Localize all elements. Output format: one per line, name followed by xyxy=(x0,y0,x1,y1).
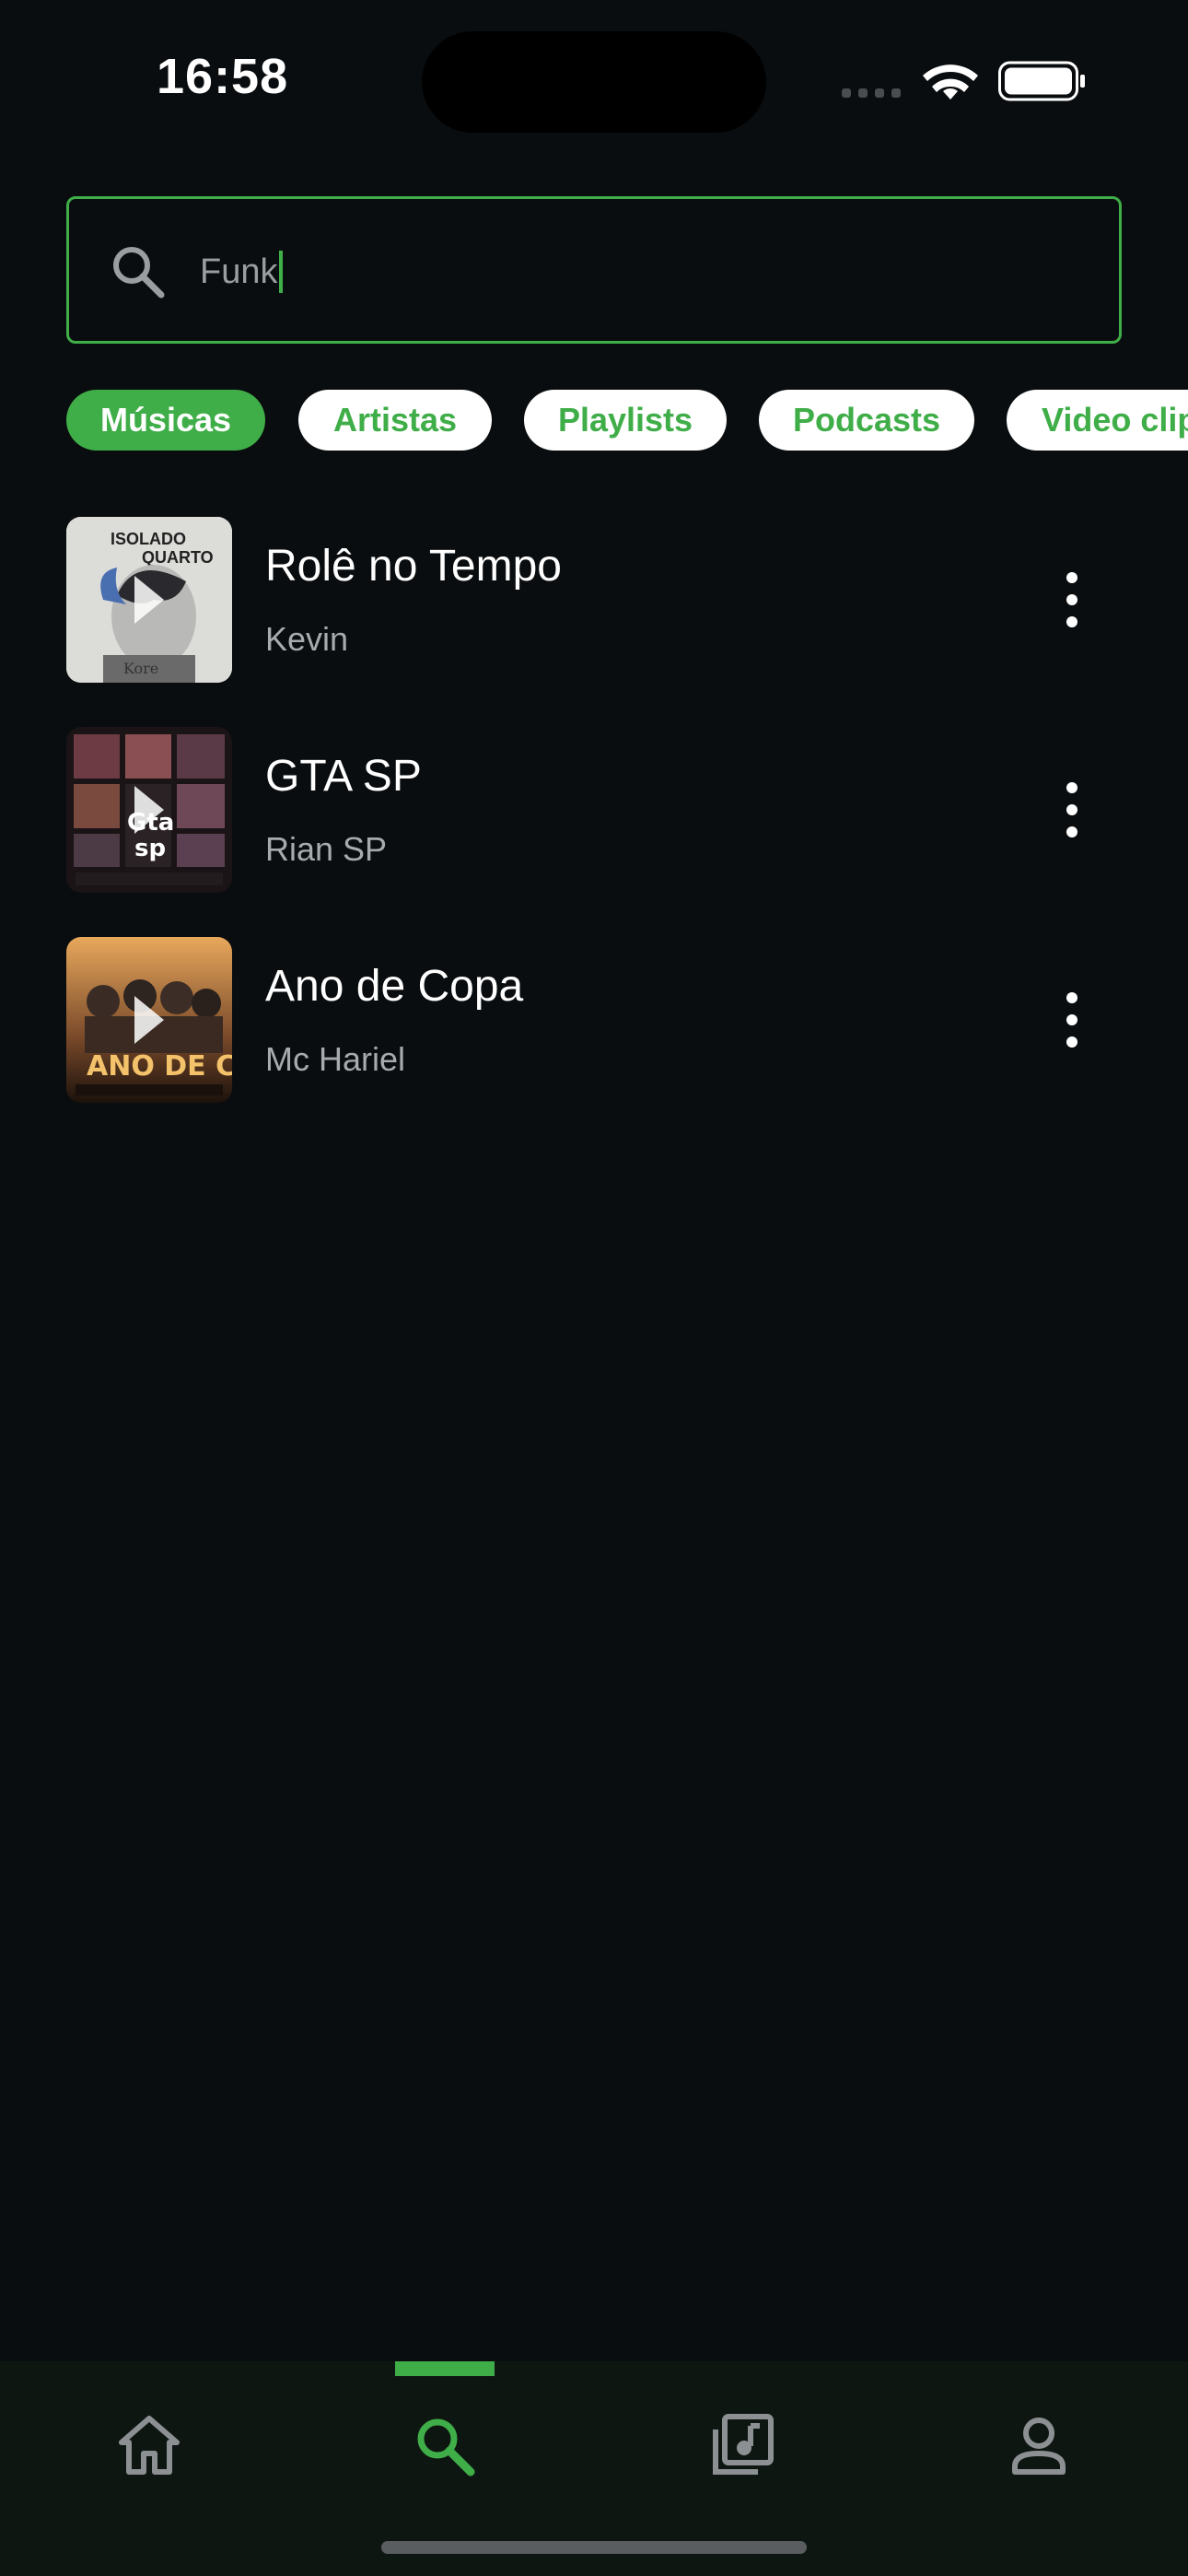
track-row[interactable]: ISOLADO QUARTO Kore Rolê no Tempo Kevin xyxy=(66,517,1122,683)
filter-chip-playlists[interactable]: Playlists xyxy=(524,390,727,451)
track-title: Rolê no Tempo xyxy=(265,542,562,591)
play-icon xyxy=(134,576,164,624)
home-indicator[interactable] xyxy=(381,2541,807,2554)
search-input[interactable]: Funk xyxy=(200,241,284,302)
track-artist: Rian SP xyxy=(265,830,388,868)
album-cover[interactable]: ISOLADO QUARTO Kore xyxy=(66,517,232,683)
wifi-icon xyxy=(923,64,978,100)
more-options-icon[interactable] xyxy=(1054,992,1090,1048)
svg-text:QUARTO: QUARTO xyxy=(142,548,214,567)
cellular-signal-icon xyxy=(842,88,901,98)
home-icon[interactable] xyxy=(112,2409,186,2483)
track-title: Ano de Copa xyxy=(265,962,524,1011)
more-options-icon[interactable] xyxy=(1054,782,1090,837)
album-cover[interactable]: ANO DE COPA xyxy=(66,937,232,1103)
filter-chip-podcasts[interactable]: Podcasts xyxy=(759,390,974,451)
play-icon xyxy=(134,996,164,1044)
more-options-icon[interactable] xyxy=(1054,572,1090,627)
text-cursor xyxy=(279,251,284,293)
svg-text:Kore: Kore xyxy=(123,660,158,677)
search-field[interactable]: Funk xyxy=(66,196,1122,344)
filter-chip-musicas[interactable]: Músicas xyxy=(66,390,265,451)
dynamic-island xyxy=(422,31,766,133)
status-bar: 16:58 xyxy=(0,0,1188,157)
svg-text:ISOLADO: ISOLADO xyxy=(111,530,186,548)
search-icon xyxy=(113,247,165,299)
active-tab-indicator xyxy=(395,2361,495,2376)
album-cover[interactable]: Gta sp xyxy=(66,727,232,893)
svg-text:sp: sp xyxy=(134,835,166,862)
battery-icon xyxy=(998,61,1085,101)
track-row[interactable]: ANO DE COPA Ano de Copa Mc Hariel xyxy=(66,937,1122,1103)
profile-icon[interactable] xyxy=(1002,2409,1076,2483)
play-icon xyxy=(134,786,164,834)
filter-chip-artistas[interactable]: Artistas xyxy=(298,390,492,451)
track-title: GTA SP xyxy=(265,752,422,801)
filter-chips: Músicas Artistas Playlists Podcasts Vide… xyxy=(66,390,1188,451)
track-artist: Mc Hariel xyxy=(265,1040,406,1078)
track-row[interactable]: Gta sp GTA SP Rian SP xyxy=(66,727,1122,893)
search-input-value: Funk xyxy=(200,252,278,291)
search-tab-icon[interactable] xyxy=(408,2409,482,2483)
svg-text:ANO DE COPA: ANO DE COPA xyxy=(87,1050,232,1083)
track-artist: Kevin xyxy=(265,620,349,658)
status-time: 16:58 xyxy=(157,49,289,104)
music-library-icon[interactable] xyxy=(705,2409,778,2483)
filter-chip-video-clip[interactable]: Video clip xyxy=(1007,390,1188,451)
